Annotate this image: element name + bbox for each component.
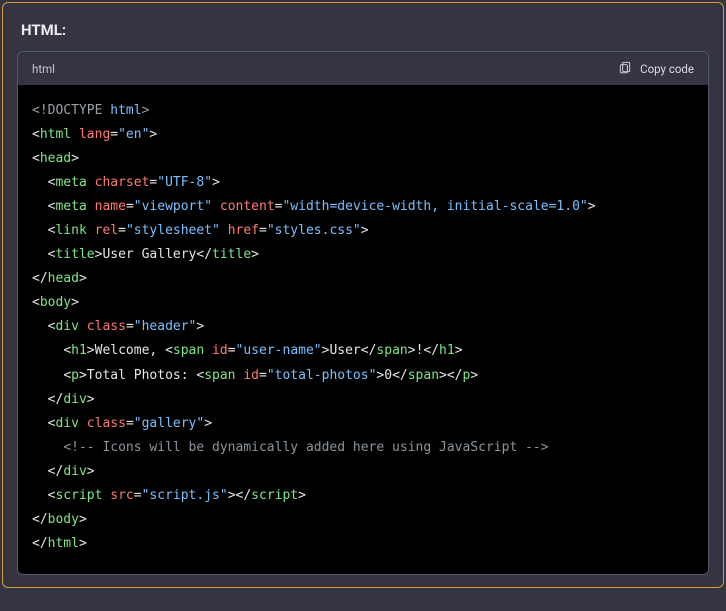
code-block: html Copy code <!DOCTYPE html> <html lan… bbox=[17, 51, 709, 575]
clipboard-icon bbox=[618, 60, 632, 77]
code-content[interactable]: <!DOCTYPE html> <html lang="en"> <head> … bbox=[18, 85, 708, 574]
code-language-label: html bbox=[32, 62, 55, 76]
copy-code-button[interactable]: Copy code bbox=[618, 60, 694, 77]
panel-title: HTML: bbox=[21, 21, 709, 39]
code-header: html Copy code bbox=[18, 52, 708, 85]
code-panel: HTML: html Copy code <!DOCTYPE html> <ht… bbox=[2, 2, 724, 588]
copy-code-label: Copy code bbox=[640, 62, 694, 76]
